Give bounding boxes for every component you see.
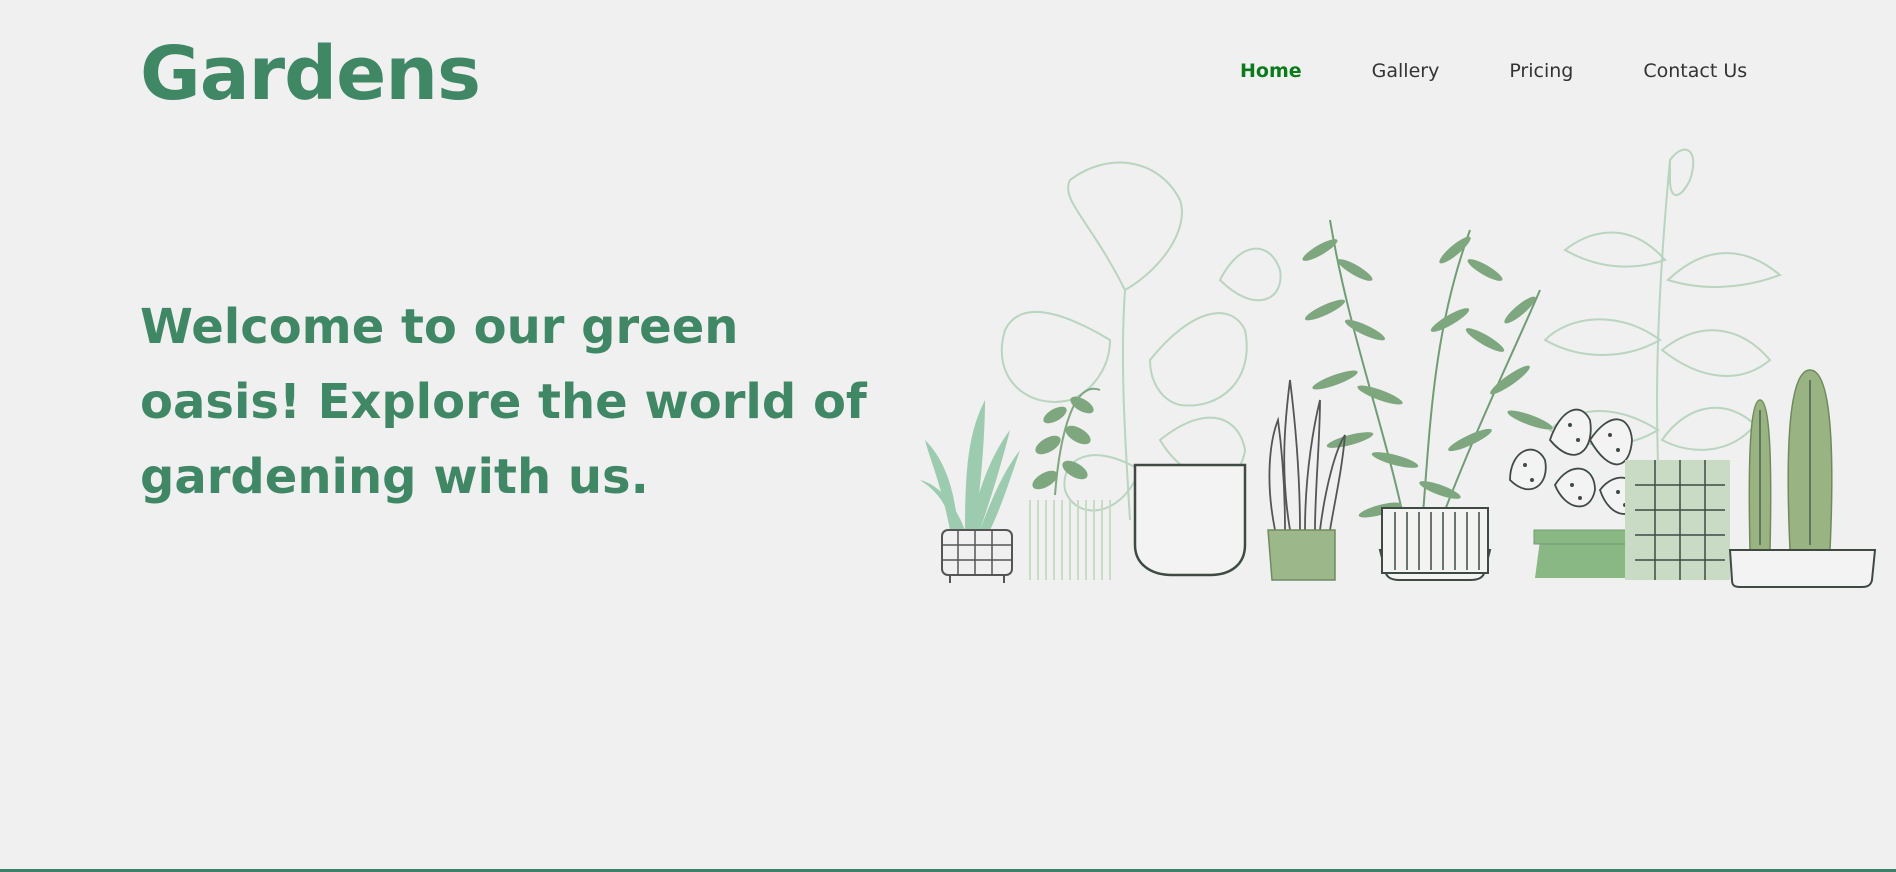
aloe-plant [920,400,1020,583]
main-nav: Home Gallery Pricing Contact Us [1240,60,1747,82]
large-white-pot [1133,463,1247,577]
brand-logo[interactable]: Gardens [140,33,481,115]
hero-headline: Welcome to our green oasis! Explore the … [140,299,867,505]
grid-panel [1625,460,1730,580]
leafy-stem-plant [1029,387,1111,580]
nav-gallery-link[interactable]: Gallery [1372,60,1440,82]
potted-plants-illustration [920,148,1877,588]
page: Gardens Home Gallery Pricing Contact Us … [0,0,1896,872]
striped-pot [1378,507,1492,581]
green-square-pot [1267,529,1336,581]
nav-pricing-link[interactable]: Pricing [1509,60,1573,82]
nav-contact-link[interactable]: Contact Us [1643,60,1747,82]
fern-plant [1302,219,1553,551]
rubber-plant-outline [1543,148,1782,511]
cactus-plant [1728,369,1877,588]
begonia-plant [1509,408,1639,578]
snake-plant [1268,379,1346,531]
nav-home-link[interactable]: Home [1240,60,1302,82]
